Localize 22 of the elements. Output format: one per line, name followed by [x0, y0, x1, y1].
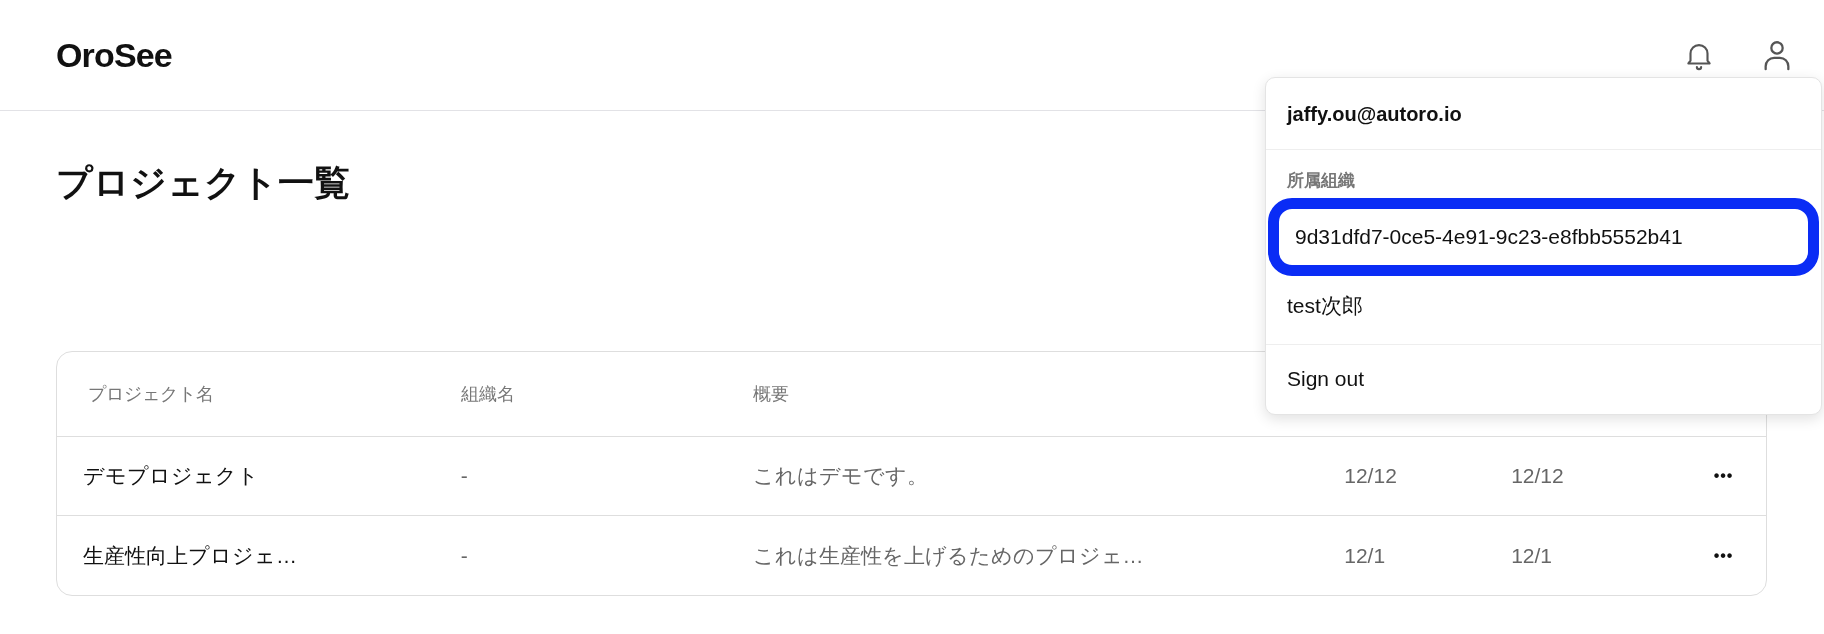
table-cell: - — [460, 464, 468, 488]
table-cell: これは生産性を上げるためのプロジェ… — [752, 543, 1144, 567]
table-cell: デモプロジェクト — [83, 464, 259, 488]
table-cell: 12/1 — [1511, 543, 1553, 567]
table-cell: 12/12 — [1511, 464, 1564, 488]
section-label: 所属組織 — [1287, 171, 1355, 190]
table-cell: 12/12 — [1344, 464, 1397, 488]
column-header: プロジェクト名 — [88, 383, 214, 404]
table-cell: 12/1 — [1344, 543, 1386, 567]
organization-item[interactable]: test次郎 — [1268, 279, 1819, 332]
table-cell: - — [460, 543, 468, 567]
organization-item[interactable]: 9d31dfd7-0ce5-4e91-9c23-e8fbb5552b41 — [1268, 197, 1819, 276]
user-email: jaffy.ou@autoro.io — [1287, 101, 1462, 127]
more-button[interactable]: ••• — [1713, 468, 1734, 484]
column-header: 概要 — [752, 383, 789, 404]
app-logo[interactable]: OroSee — [56, 29, 172, 81]
table-cell: これはデモです。 — [752, 464, 928, 488]
column-header: 組織名 — [460, 383, 515, 404]
sign-out-link[interactable]: Sign out — [1287, 363, 1365, 395]
table-cell: 生産性向上プロジェ… — [83, 543, 297, 567]
more-button[interactable]: ••• — [1713, 547, 1734, 564]
page-title: プロジェクト一覧 — [56, 161, 350, 205]
